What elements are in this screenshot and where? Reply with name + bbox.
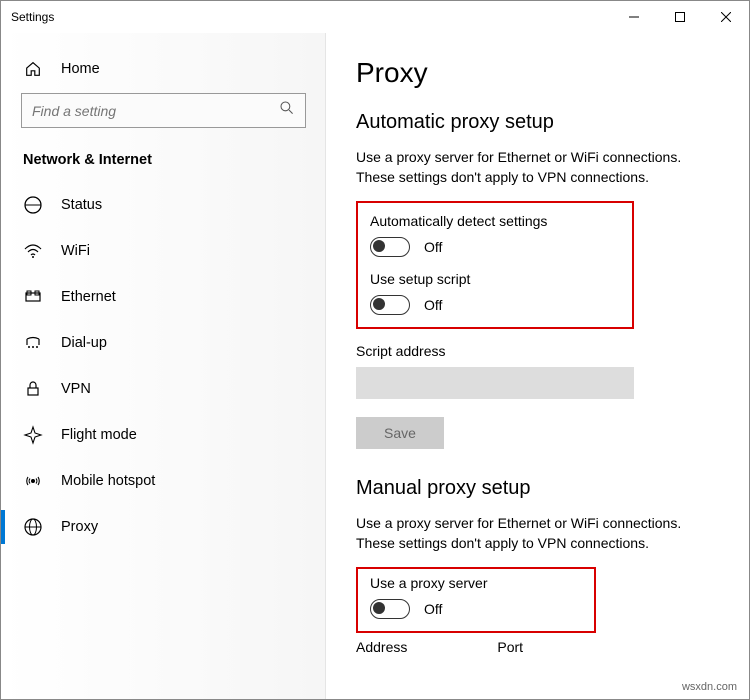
sidebar-item-mobile-hotspot[interactable]: Mobile hotspot <box>13 458 314 504</box>
watermark: wsxdn.com <box>682 681 737 693</box>
minimize-button[interactable] <box>611 1 657 33</box>
save-button[interactable]: Save <box>356 417 444 449</box>
setup-script-label: Use setup script <box>370 271 620 287</box>
sidebar-item-label: Status <box>61 197 102 213</box>
sidebar-item-flight-mode[interactable]: Flight mode <box>13 412 314 458</box>
sidebar-item-wifi[interactable]: WiFi <box>13 228 314 274</box>
proxy-icon <box>23 517 43 537</box>
sidebar-item-proxy[interactable]: Proxy <box>13 504 314 550</box>
auto-detect-state: Off <box>424 239 442 255</box>
sidebar-section-title: Network & Internet <box>13 146 314 172</box>
script-address-label: Script address <box>356 343 719 359</box>
sidebar-item-label: VPN <box>61 381 91 397</box>
maximize-button[interactable] <box>657 1 703 33</box>
sidebar-item-label: Dial-up <box>61 335 107 351</box>
script-address-input[interactable] <box>356 367 634 399</box>
ethernet-icon <box>23 287 43 307</box>
hotspot-icon <box>23 471 43 491</box>
use-proxy-label: Use a proxy server <box>370 575 582 591</box>
close-button[interactable] <box>703 1 749 33</box>
page-title: Proxy <box>356 57 719 89</box>
search-input[interactable] <box>21 93 306 128</box>
sidebar: Home Network & Internet Status WiFi Ethe… <box>1 33 326 699</box>
sidebar-item-label: Proxy <box>61 519 98 535</box>
sidebar-item-label: Flight mode <box>61 427 137 443</box>
sidebar-item-vpn[interactable]: VPN <box>13 366 314 412</box>
sidebar-item-status[interactable]: Status <box>13 182 314 228</box>
vpn-icon <box>23 379 43 399</box>
auto-setup-desc: Use a proxy server for Ethernet or WiFi … <box>356 148 719 187</box>
manual-highlight-box: Use a proxy server Off <box>356 567 596 633</box>
auto-detect-label: Automatically detect settings <box>370 213 620 229</box>
use-proxy-state: Off <box>424 601 442 617</box>
status-icon <box>23 195 43 215</box>
setup-script-state: Off <box>424 297 442 313</box>
sidebar-item-label: Mobile hotspot <box>61 473 155 489</box>
home-label: Home <box>61 61 100 77</box>
sidebar-item-dialup[interactable]: Dial-up <box>13 320 314 366</box>
port-label: Port <box>497 639 523 655</box>
setup-script-toggle[interactable] <box>370 295 410 315</box>
address-label: Address <box>356 639 407 655</box>
use-proxy-toggle[interactable] <box>370 599 410 619</box>
sidebar-item-label: WiFi <box>61 243 90 259</box>
titlebar: Settings <box>1 1 749 33</box>
sidebar-item-label: Ethernet <box>61 289 116 305</box>
manual-setup-heading: Manual proxy setup <box>356 477 719 500</box>
sidebar-item-ethernet[interactable]: Ethernet <box>13 274 314 320</box>
wifi-icon <box>23 241 43 261</box>
search-field[interactable] <box>32 103 279 119</box>
auto-setup-heading: Automatic proxy setup <box>356 111 719 134</box>
window-title: Settings <box>11 10 54 24</box>
auto-highlight-box: Automatically detect settings Off Use se… <box>356 201 634 329</box>
airplane-icon <box>23 425 43 445</box>
search-icon <box>279 100 295 121</box>
auto-detect-toggle[interactable] <box>370 237 410 257</box>
sidebar-item-home[interactable]: Home <box>13 51 314 93</box>
window-controls <box>611 1 749 33</box>
manual-setup-desc: Use a proxy server for Ethernet or WiFi … <box>356 514 719 553</box>
home-icon <box>23 59 43 79</box>
dialup-icon <box>23 333 43 353</box>
main-panel: Proxy Automatic proxy setup Use a proxy … <box>326 33 749 699</box>
